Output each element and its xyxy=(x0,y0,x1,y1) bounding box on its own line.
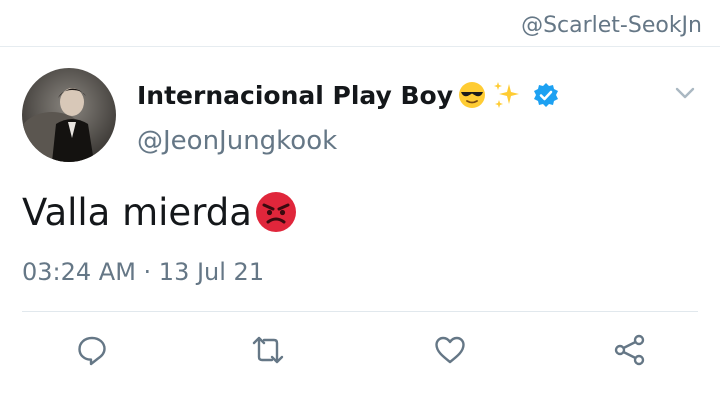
author-name-row[interactable]: Internacional Play Boy xyxy=(137,80,559,110)
avatar-photo-icon xyxy=(22,68,116,162)
retweet-icon xyxy=(252,336,284,364)
sparkles-icon xyxy=(491,80,521,110)
reply-button[interactable] xyxy=(70,328,114,372)
reply-icon xyxy=(78,336,106,366)
angry-face-icon xyxy=(254,190,298,234)
share-button[interactable] xyxy=(608,328,652,372)
sunglasses-face-icon xyxy=(457,80,487,110)
verified-badge-icon xyxy=(533,82,559,108)
watermark-bar: @Scarlet-SeokJn xyxy=(0,0,720,47)
avatar[interactable] xyxy=(22,68,116,162)
tweet-actions xyxy=(0,328,720,378)
tweet-timestamp[interactable]: 03:24 AM · 13 Jul 21 xyxy=(22,258,264,286)
chevron-down-icon[interactable] xyxy=(674,84,696,102)
user-handle[interactable]: @JeonJungkook xyxy=(137,126,337,156)
watermark-text: @Scarlet-SeokJn xyxy=(521,13,702,38)
divider xyxy=(22,311,698,312)
like-icon xyxy=(435,336,465,364)
like-button[interactable] xyxy=(428,328,472,372)
share-icon xyxy=(614,334,645,366)
retweet-button[interactable] xyxy=(246,328,290,372)
display-name[interactable]: Internacional Play Boy xyxy=(137,81,453,110)
tweet-text: Valla mierda xyxy=(22,190,252,234)
tweet-body: Valla mierda xyxy=(22,190,298,234)
